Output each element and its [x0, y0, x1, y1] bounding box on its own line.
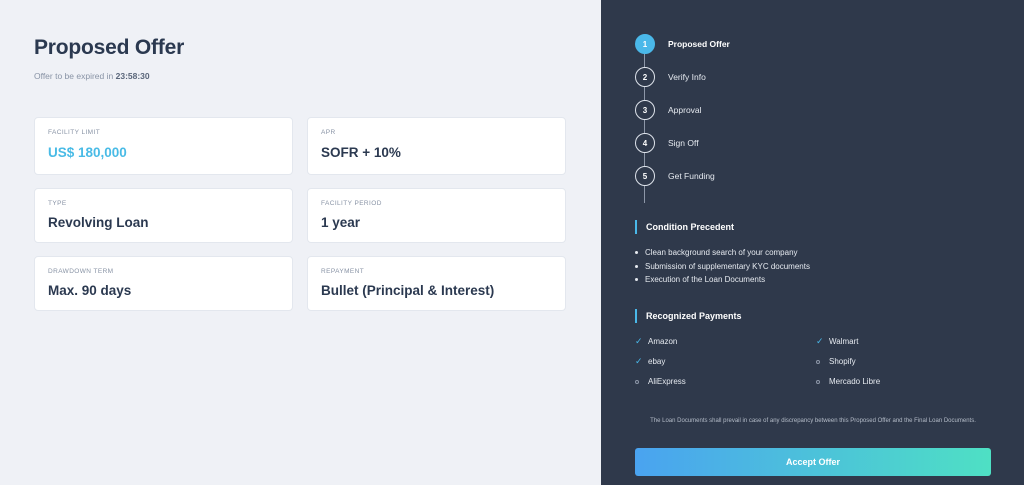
condition-precedent-heading: Condition Precedent [635, 220, 734, 234]
condition-text: Execution of the Loan Documents [645, 275, 766, 285]
list-item: Submission of supplementary KYC document… [635, 262, 810, 276]
expiry-prefix: Offer to be expired in [34, 71, 114, 81]
check-icon: ✓ [635, 336, 643, 346]
bullet-icon [635, 264, 638, 268]
card-value: SOFR + 10% [321, 145, 401, 160]
list-item: Clean background search of your company [635, 248, 810, 262]
step-number: 4 [635, 133, 655, 153]
circle-icon [635, 380, 639, 384]
card-label: TYPE [48, 200, 67, 207]
card-value: 1 year [321, 215, 361, 230]
type-card: TYPE Revolving Loan [34, 188, 293, 243]
step-number: 1 [635, 34, 655, 54]
step-label: Approval [668, 105, 702, 115]
disclaimer-text: The Loan Documents shall prevail in case… [650, 418, 976, 424]
circle-icon [816, 380, 820, 384]
condition-text: Clean background search of your company [645, 248, 798, 257]
card-label: DRAWDOWN TERM [48, 268, 114, 275]
payment-label: Walmart [829, 337, 859, 346]
bullet-icon [635, 251, 638, 254]
step-label: Proposed Offer [668, 39, 730, 49]
step-number: 5 [635, 166, 655, 186]
payment-label: Shopify [829, 357, 856, 366]
payment-label: Amazon [648, 337, 678, 346]
card-label: REPAYMENT [321, 268, 365, 275]
card-label: APR [321, 129, 336, 136]
expiry-countdown: 23:58:30 [115, 71, 150, 81]
step-label: Get Funding [668, 171, 715, 181]
step-number: 2 [635, 67, 655, 87]
condition-list: Clean background search of your company … [635, 248, 810, 289]
accept-offer-button[interactable]: Accept Offer [635, 448, 991, 476]
step-label: Sign Off [668, 138, 699, 148]
payment-label: ebay [648, 357, 666, 366]
card-label: FACILITY PERIOD [321, 200, 382, 207]
expiry-notice: Offer to be expired in 23:58:30 [34, 71, 150, 81]
card-value: Max. 90 days [48, 283, 132, 298]
payment-label: Mercado Libre [829, 377, 881, 386]
offer-panel: Proposed Offer Offer to be expired in 23… [0, 0, 601, 485]
card-value: Revolving Loan [48, 215, 149, 230]
repayment-card: REPAYMENT Bullet (Principal & Interest) [307, 256, 566, 311]
list-item: Execution of the Loan Documents [635, 275, 810, 289]
progress-panel: 1 Proposed Offer 2 Verify Info 3 Approva… [601, 0, 1024, 485]
card-value: US$ 180,000 [48, 145, 127, 160]
payment-label: AliExpress [648, 377, 686, 386]
circle-icon [816, 360, 820, 364]
check-icon: ✓ [635, 356, 643, 366]
page-title: Proposed Offer [34, 36, 185, 59]
card-label: FACILITY LIMIT [48, 129, 101, 136]
condition-text: Submission of supplementary KYC document… [645, 261, 810, 271]
apr-card: APR SOFR + 10% [307, 117, 566, 175]
recognized-payments-heading: Recognized Payments [635, 309, 742, 323]
card-value: Bullet (Principal & Interest) [321, 283, 495, 298]
check-icon: ✓ [816, 336, 824, 346]
drawdown-term-card: DRAWDOWN TERM Max. 90 days [34, 256, 293, 311]
step-number: 3 [635, 100, 655, 120]
bullet-icon [635, 278, 638, 282]
facility-limit-card: FACILITY LIMIT US$ 180,000 [34, 117, 293, 175]
facility-period-card: FACILITY PERIOD 1 year [307, 188, 566, 243]
step-label: Verify Info [668, 72, 706, 82]
